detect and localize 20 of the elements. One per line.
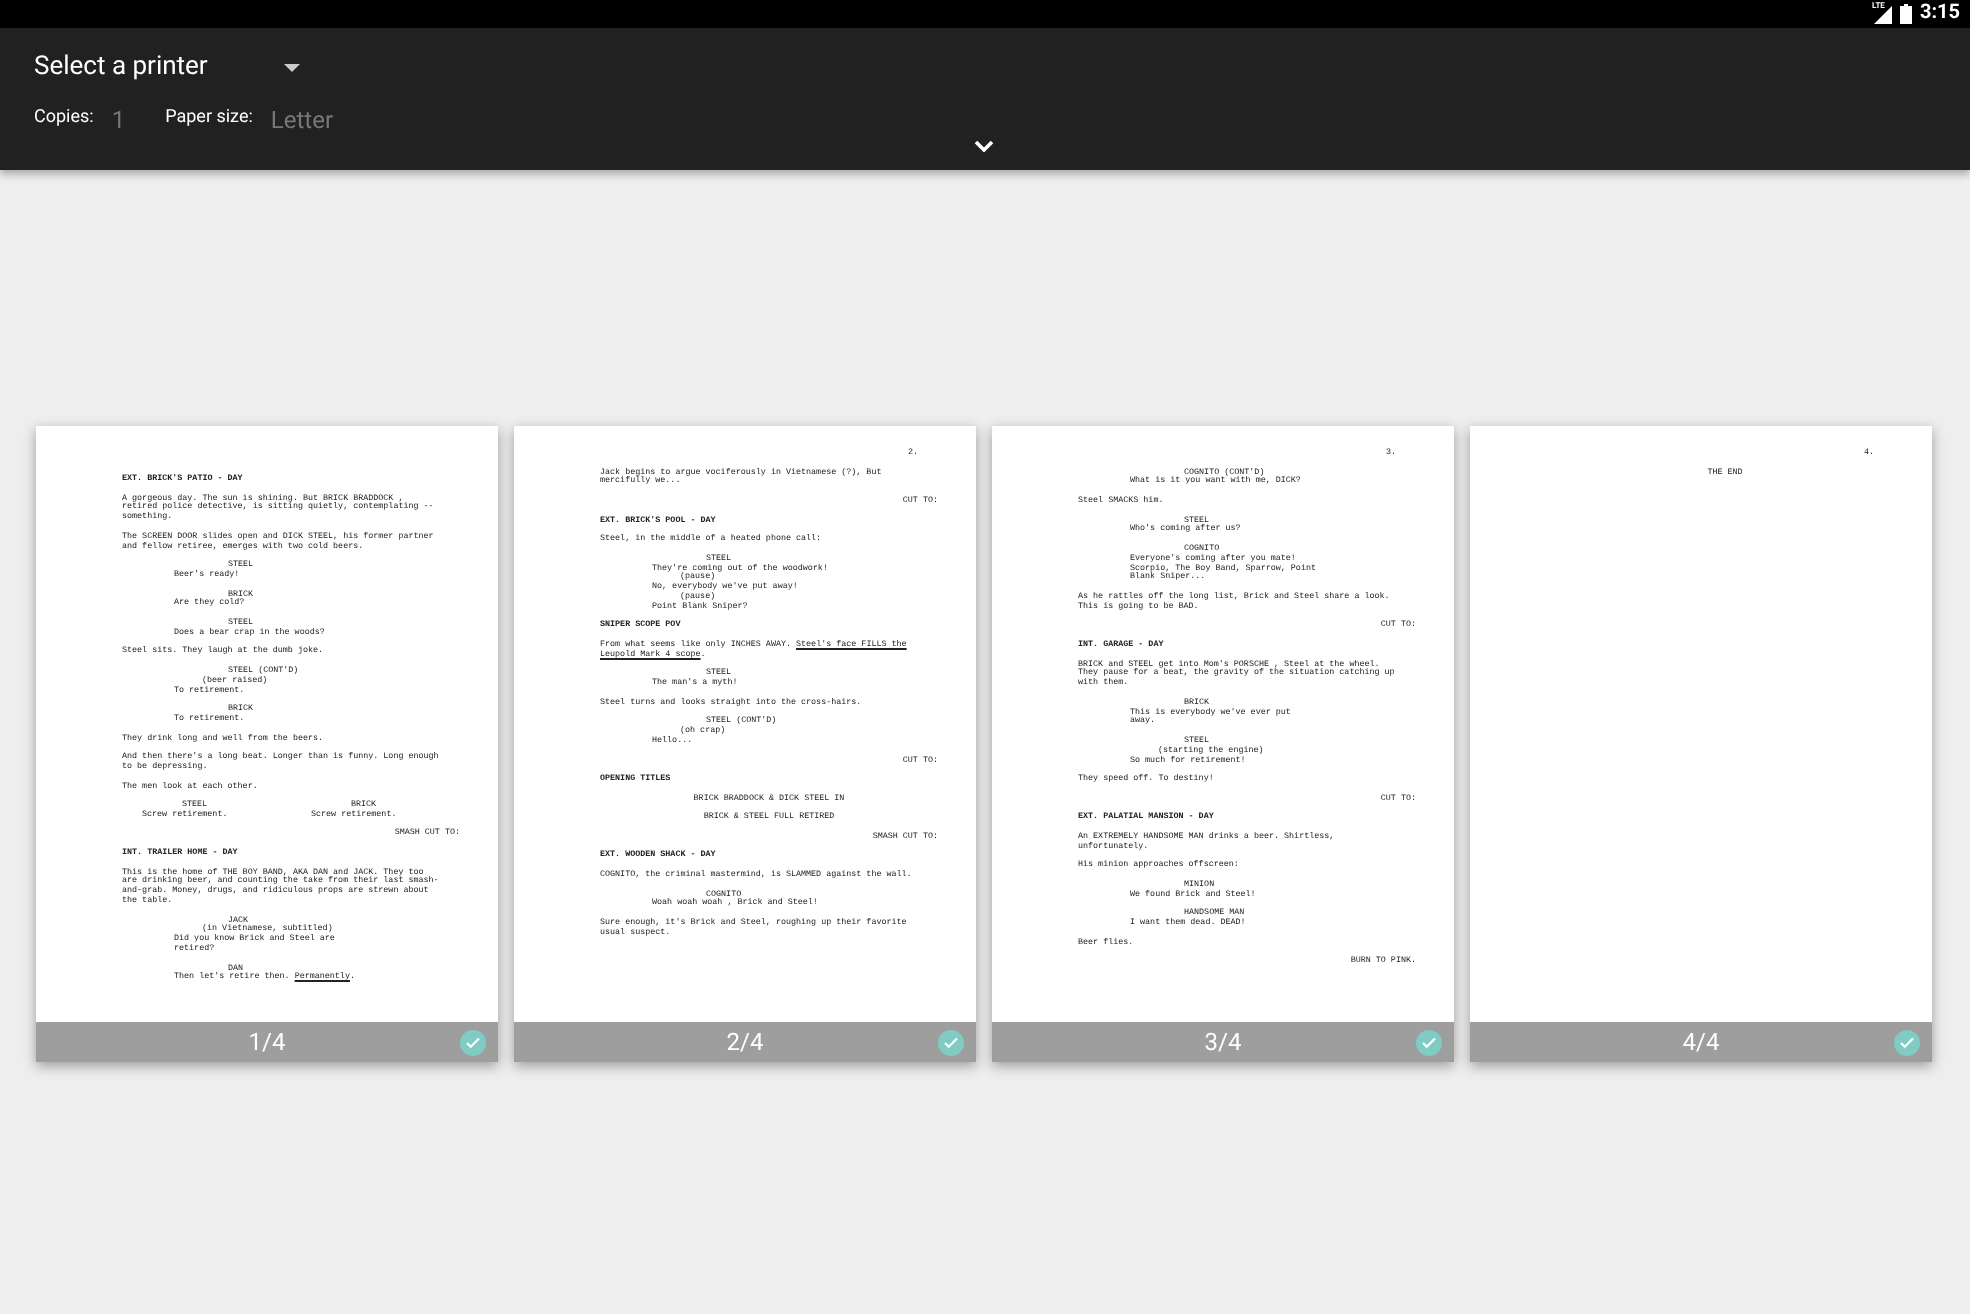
copies-field[interactable]: 1 [111, 101, 126, 137]
copies-label: Copies: [34, 105, 94, 132]
paper-size-label: Paper size: [165, 105, 253, 132]
page-label: 4/4 [1682, 1026, 1720, 1060]
printer-dropdown[interactable]: Select a printer [34, 48, 300, 87]
page-label: 3/4 [1204, 1026, 1242, 1060]
paper-size-dropdown[interactable]: Letter [270, 101, 334, 137]
clock-time: 3:15 [1919, 4, 1960, 24]
check-icon[interactable] [1416, 1029, 1442, 1055]
check-icon[interactable] [1894, 1029, 1920, 1055]
page-preview[interactable] [992, 426, 1454, 1062]
check-icon[interactable] [938, 1029, 964, 1055]
battery-icon [1899, 4, 1912, 24]
check-icon[interactable] [460, 1029, 486, 1055]
page-label: 1/4 [248, 1026, 286, 1060]
dropdown-caret-icon [283, 63, 300, 72]
page-preview[interactable] [36, 426, 498, 1062]
page-label: 2/4 [726, 1026, 764, 1060]
expand-chevron-icon[interactable] [974, 140, 994, 152]
page-preview[interactable] [514, 426, 976, 1062]
